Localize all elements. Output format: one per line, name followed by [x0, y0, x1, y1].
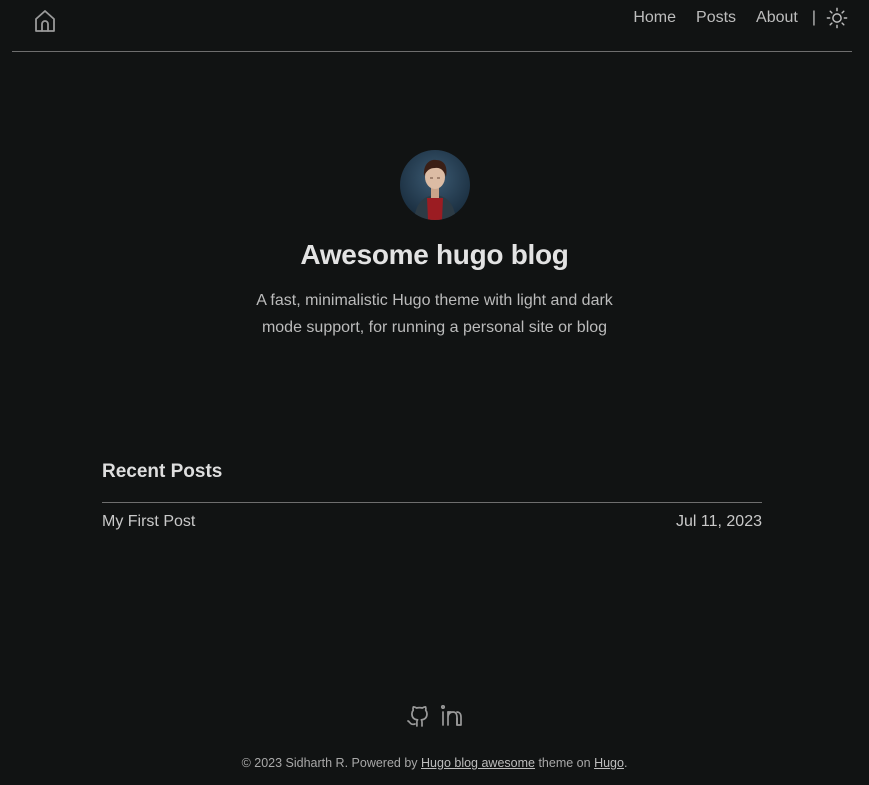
- nav-about-link[interactable]: About: [756, 9, 798, 27]
- home-icon[interactable]: [33, 8, 57, 34]
- avatar: [399, 150, 470, 220]
- github-icon[interactable]: [406, 702, 430, 728]
- site-header: Home Posts About |: [12, 0, 852, 52]
- post-title-link[interactable]: My First Post: [102, 513, 195, 531]
- footer-copyright: © 2023 Sidharth R. Powered by: [241, 756, 422, 770]
- post-date: Jul 11, 2023: [676, 513, 762, 530]
- nav-posts-link[interactable]: Posts: [696, 9, 736, 27]
- recent-posts-heading: Recent Posts: [102, 458, 762, 503]
- hugo-link[interactable]: Hugo: [594, 756, 624, 770]
- main-nav: Home Posts About |: [613, 0, 852, 36]
- nav-home-link[interactable]: Home: [633, 9, 676, 27]
- nav-separator: |: [811, 9, 816, 26]
- footer-suffix: .: [623, 756, 628, 770]
- site-description: A fast, minimalistic Hugo theme with lig…: [256, 292, 613, 336]
- social-links: [0, 702, 869, 728]
- recent-posts-section: Recent Posts My First Post Jul 11, 2023: [102, 458, 762, 531]
- list-item: My First Post Jul 11, 2023: [102, 513, 762, 531]
- site-footer: © 2023 Sidharth R. Powered by Hugo blog …: [0, 756, 869, 770]
- theme-link[interactable]: Hugo blog awesome: [421, 756, 535, 770]
- footer-middle-text: theme on: [534, 756, 595, 770]
- site-title: Awesome hugo blog: [300, 239, 569, 270]
- hero-section: Awesome hugo blog A fast, minimalistic H…: [0, 150, 869, 341]
- linkedin-icon[interactable]: [440, 702, 464, 728]
- sun-icon[interactable]: [826, 7, 848, 29]
- avatar-illustration: [413, 159, 456, 220]
